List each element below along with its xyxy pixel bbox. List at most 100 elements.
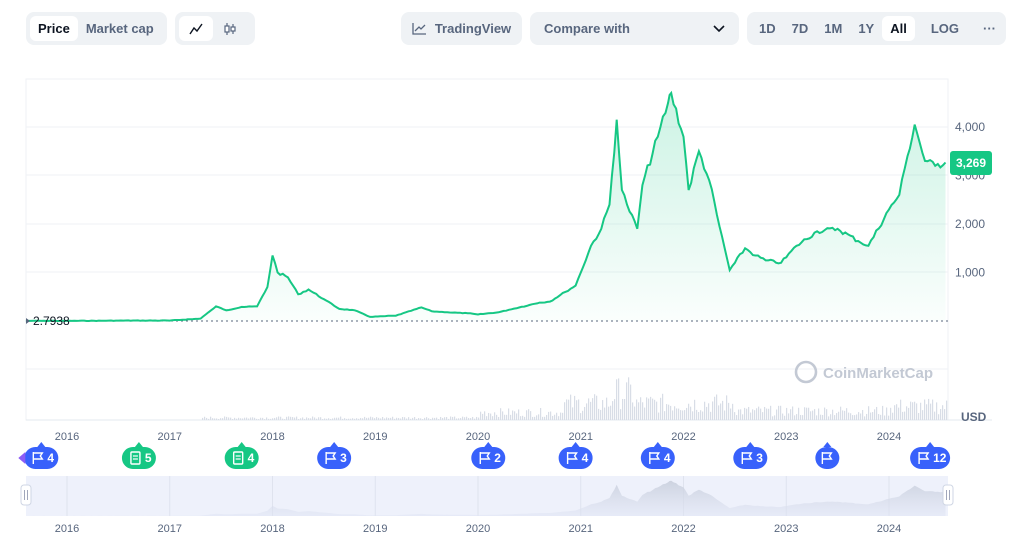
volume-bar (528, 409, 530, 420)
volume-bar (218, 418, 220, 420)
event-marker-flag[interactable]: 3 (317, 442, 352, 469)
volume-bar (932, 399, 934, 420)
volume-bar (340, 416, 342, 420)
volume-bar (328, 418, 330, 420)
volume-bar (606, 397, 608, 420)
volume-bar (464, 417, 466, 420)
volume-bar (262, 417, 264, 420)
volume-bar (496, 414, 498, 420)
event-marker-pointer (746, 442, 755, 447)
volume-bar (800, 414, 802, 420)
volume-bar (420, 418, 422, 420)
navigator-left-handle[interactable] (20, 484, 32, 506)
event-marker-flag[interactable]: 3 (733, 442, 768, 469)
volume-bar (548, 411, 550, 420)
volume-bar (264, 419, 266, 420)
event-count: 5 (145, 451, 152, 465)
event-marker-pointer (823, 442, 832, 447)
event-marker-news[interactable]: 4 (224, 442, 259, 469)
volume-bar (912, 402, 914, 420)
volume-bar (534, 416, 536, 420)
volume-bar (204, 416, 206, 420)
volume-bar (866, 413, 868, 420)
volume-bar (828, 416, 830, 420)
volume-bar (568, 399, 570, 420)
volume-bar (566, 399, 568, 420)
price-chart[interactable]: CoinMarketCap 1,0002,0003,0004,000 20162… (0, 0, 1020, 558)
volume-bar (216, 418, 218, 420)
volume-bar (266, 417, 268, 420)
volume-bar (710, 411, 712, 420)
event-marker-flag[interactable] (815, 442, 840, 469)
volume-bar (504, 414, 506, 420)
volume-bar (396, 417, 398, 420)
event-marker-flag[interactable]: 2 (471, 442, 506, 469)
volume-bar (762, 412, 764, 420)
volume-bar (270, 418, 272, 420)
volume-bar (312, 416, 314, 420)
volume-bar (758, 406, 760, 420)
volume-bar (314, 417, 316, 420)
volume-bar (456, 418, 458, 420)
volume-bar (284, 419, 286, 420)
volume-bar (724, 410, 726, 420)
volume-bar (786, 407, 788, 420)
volume-bar (446, 417, 448, 420)
event-count: 3 (340, 451, 347, 465)
volume-bar (494, 412, 496, 420)
volume-bar (276, 417, 278, 420)
volume-bar (656, 401, 658, 420)
volume-bar (904, 411, 906, 420)
volume-bar (208, 418, 210, 420)
volume-bar (260, 417, 262, 420)
volume-bar (422, 419, 424, 420)
volume-bar (338, 417, 340, 420)
volume-bar (372, 417, 374, 420)
volume-bar (404, 417, 406, 420)
volume-bar (258, 419, 260, 420)
volume-bar (532, 416, 534, 420)
x-tick-label: 2017 (158, 431, 182, 443)
volume-bar (632, 402, 634, 420)
volume-bar (924, 399, 926, 420)
volume-bar (444, 417, 446, 420)
event-marker-pointer (653, 442, 662, 447)
volume-bar (788, 413, 790, 420)
volume-bar (940, 409, 942, 420)
start-price-badge: 2.7938 (26, 314, 70, 328)
navigator-right-handle[interactable] (942, 484, 954, 506)
volume-bar (578, 399, 580, 420)
volume-bar (274, 417, 276, 420)
volume-bar (906, 406, 908, 420)
volume-bar (502, 411, 504, 420)
event-marker-flag[interactable]: 4 (558, 442, 593, 469)
event-marker-flag[interactable]: 4 (640, 442, 675, 469)
event-count: 12 (933, 451, 947, 465)
event-marker-news[interactable]: 5 (121, 442, 156, 469)
volume-bar (522, 415, 524, 420)
event-marker-flag[interactable]: 4 (18, 442, 59, 469)
volume-bar (678, 408, 680, 420)
volume-bar (926, 404, 928, 420)
event-count: 4 (47, 451, 54, 465)
volume-bar (778, 405, 780, 420)
volume-bar (850, 413, 852, 420)
volume-bar (476, 416, 478, 420)
volume-bar (674, 406, 676, 420)
volume-bar (256, 418, 258, 420)
event-marker-flag[interactable]: 12 (910, 442, 951, 469)
range-navigator[interactable] (20, 476, 954, 516)
volume-bar (728, 402, 730, 420)
volume-bar (524, 416, 526, 420)
volume-bar (890, 407, 892, 420)
volume-bar (300, 418, 302, 420)
volume-bar (696, 409, 698, 420)
volume-bar (622, 398, 624, 420)
volume-bar (646, 397, 648, 420)
volume-bar (772, 416, 774, 420)
volume-bar (888, 415, 890, 420)
volume-bar (246, 417, 248, 420)
volume-bar (380, 418, 382, 420)
volume-bar (872, 412, 874, 420)
volume-bar (272, 418, 274, 420)
